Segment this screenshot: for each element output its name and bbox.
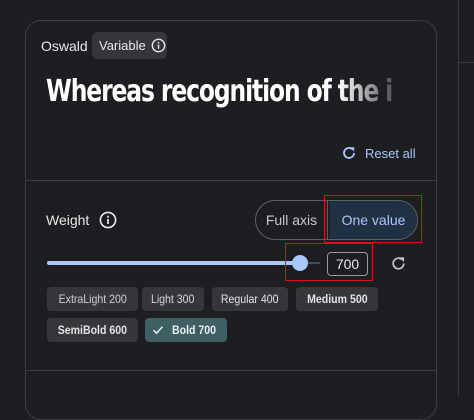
variable-chip[interactable]: Variable bbox=[92, 32, 167, 59]
panel-edge-tick bbox=[459, 62, 474, 63]
card-divider-bottom bbox=[26, 370, 436, 371]
reset-all-button[interactable]: Reset all bbox=[341, 143, 416, 163]
preset-chip-semibold-600[interactable]: SemiBold 600 bbox=[47, 318, 138, 342]
preset-chip-label: Bold 700 bbox=[172, 323, 217, 337]
preset-chip-label: ExtraLight 200 bbox=[58, 292, 127, 306]
refresh-icon[interactable] bbox=[390, 255, 407, 272]
info-icon bbox=[151, 38, 166, 53]
highlight-box-one-value bbox=[324, 195, 422, 243]
font-preview: Whereas recognition of the i bbox=[46, 70, 418, 116]
preset-chip-label: SemiBold 600 bbox=[57, 323, 128, 337]
refresh-icon bbox=[343, 147, 355, 159]
preset-chip-regular-400[interactable]: Regular 400 bbox=[212, 287, 288, 311]
check-icon bbox=[153, 326, 164, 335]
weight-value-field[interactable]: 700 bbox=[327, 252, 368, 276]
preset-chip-light-300[interactable]: Light 300 bbox=[142, 287, 204, 311]
variable-chip-label: Variable bbox=[99, 38, 146, 53]
full-axis-option[interactable]: Full axis bbox=[256, 201, 328, 239]
info-icon[interactable] bbox=[99, 211, 117, 229]
card-divider-top bbox=[26, 180, 436, 181]
preview-fade bbox=[338, 70, 418, 116]
reset-all-label: Reset all bbox=[365, 145, 416, 161]
preset-chip-bold-700[interactable]: Bold 700 bbox=[145, 318, 227, 342]
preset-chip-medium-500[interactable]: Medium 500 bbox=[296, 287, 378, 311]
font-name: Oswald bbox=[41, 38, 88, 54]
panel-edge-divider bbox=[458, 0, 459, 396]
preset-chip-label: Regular 400 bbox=[221, 292, 279, 306]
weight-label: Weight bbox=[46, 212, 90, 228]
preset-chip-extralight-200[interactable]: ExtraLight 200 bbox=[47, 287, 138, 311]
preset-chip-label: Light 300 bbox=[151, 292, 195, 306]
slider-track-active[interactable] bbox=[47, 261, 300, 265]
preset-chip-label: Medium 500 bbox=[306, 292, 368, 306]
